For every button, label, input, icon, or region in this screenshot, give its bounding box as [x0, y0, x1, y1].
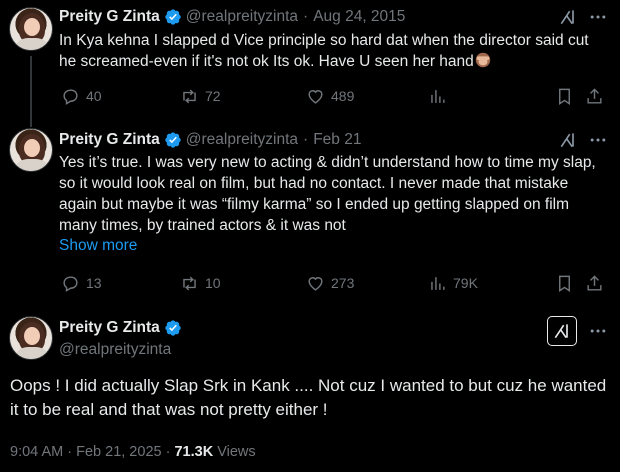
- bookmark-button[interactable]: [555, 272, 580, 294]
- bookmark-icon: [559, 88, 570, 105]
- views-icon: [431, 89, 445, 103]
- tweet-date[interactable]: Aug 24, 2015: [313, 7, 405, 27]
- like-button[interactable]: 273: [306, 272, 354, 294]
- views-count: 71.3K: [174, 444, 214, 460]
- separator: ·: [303, 131, 309, 148]
- tweet-text: Yes it’s true. I was very new to acting …: [59, 154, 596, 234]
- share-icon: [587, 274, 602, 291]
- bookmark-icon: [559, 275, 570, 292]
- tweet-text: In Kya kehna I slapped d Vice principle …: [59, 32, 589, 70]
- reply-button[interactable]: 13: [61, 272, 102, 294]
- tweet-time[interactable]: 9:04 AM: [10, 444, 63, 460]
- separator: ·: [165, 444, 171, 460]
- verified-badge-icon: [165, 320, 181, 336]
- like-button[interactable]: 489: [306, 85, 354, 107]
- tweet-text: Oops ! I did actually Slap Srk in Kank .…: [10, 376, 607, 419]
- thread-line: [30, 117, 32, 127]
- avatar[interactable]: [9, 7, 53, 51]
- views-icon: [431, 276, 445, 290]
- separator: ·: [67, 444, 73, 460]
- tweet-header: Preity G Zinta @realpreityzinta · Feb 21: [59, 130, 361, 150]
- separator: ·: [303, 8, 309, 25]
- like-icon: [308, 89, 323, 104]
- more-icon[interactable]: [588, 321, 608, 341]
- views-button[interactable]: 79K: [428, 272, 478, 294]
- verified-badge-icon: [165, 9, 181, 25]
- tweet-header: Preity G Zinta: [59, 318, 186, 338]
- reply-icon: [63, 88, 78, 105]
- retweet-icon: [183, 276, 196, 290]
- author-name[interactable]: Preity G Zinta: [59, 7, 160, 27]
- retweet-button[interactable]: 10: [180, 272, 221, 294]
- share-button[interactable]: [585, 85, 610, 107]
- tweet-actions: 40 72 489: [58, 85, 608, 109]
- like-icon: [308, 276, 323, 291]
- share-button[interactable]: [585, 272, 610, 294]
- author-name[interactable]: Preity G Zinta: [59, 318, 160, 338]
- share-icon: [587, 87, 602, 104]
- author-name[interactable]: Preity G Zinta: [59, 130, 160, 150]
- more-icon[interactable]: [588, 130, 608, 150]
- author-handle[interactable]: @realpreityzinta: [186, 7, 298, 27]
- tweet-meta: 9:04 AM · Feb 21, 2025 · 71.3K Views: [10, 444, 256, 460]
- author-handle[interactable]: @realpreityzinta: [59, 340, 171, 360]
- tweet-date[interactable]: Feb 21: [313, 130, 361, 150]
- retweet-button[interactable]: 72: [180, 85, 221, 107]
- views-button[interactable]: [428, 85, 453, 107]
- reply-button[interactable]: 40: [61, 85, 102, 107]
- tweet-date[interactable]: Feb 21, 2025: [76, 444, 161, 460]
- verified-badge-icon: [165, 132, 181, 148]
- grok-icon[interactable]: [558, 7, 578, 27]
- grok-icon[interactable]: [558, 130, 578, 150]
- avatar[interactable]: [9, 316, 53, 360]
- retweet-icon: [183, 89, 196, 103]
- author-handle[interactable]: @realpreityzinta: [186, 130, 298, 150]
- tweet-header: Preity G Zinta @realpreityzinta · Aug 24…: [59, 7, 405, 27]
- grok-icon: [554, 324, 568, 339]
- reply-icon: [63, 275, 78, 292]
- thread-line: [30, 56, 32, 126]
- tweet-handle-row: @realpreityzinta: [59, 340, 171, 360]
- grok-button[interactable]: [547, 316, 577, 346]
- show-more-link[interactable]: Show more: [59, 237, 137, 255]
- avatar[interactable]: [9, 128, 53, 172]
- views-label: Views: [217, 444, 256, 460]
- more-icon[interactable]: [588, 7, 608, 27]
- see-no-evil-monkey-icon: [475, 52, 490, 68]
- bookmark-button[interactable]: [555, 85, 580, 107]
- tweet-actions: 13 10 273 79K: [58, 272, 608, 296]
